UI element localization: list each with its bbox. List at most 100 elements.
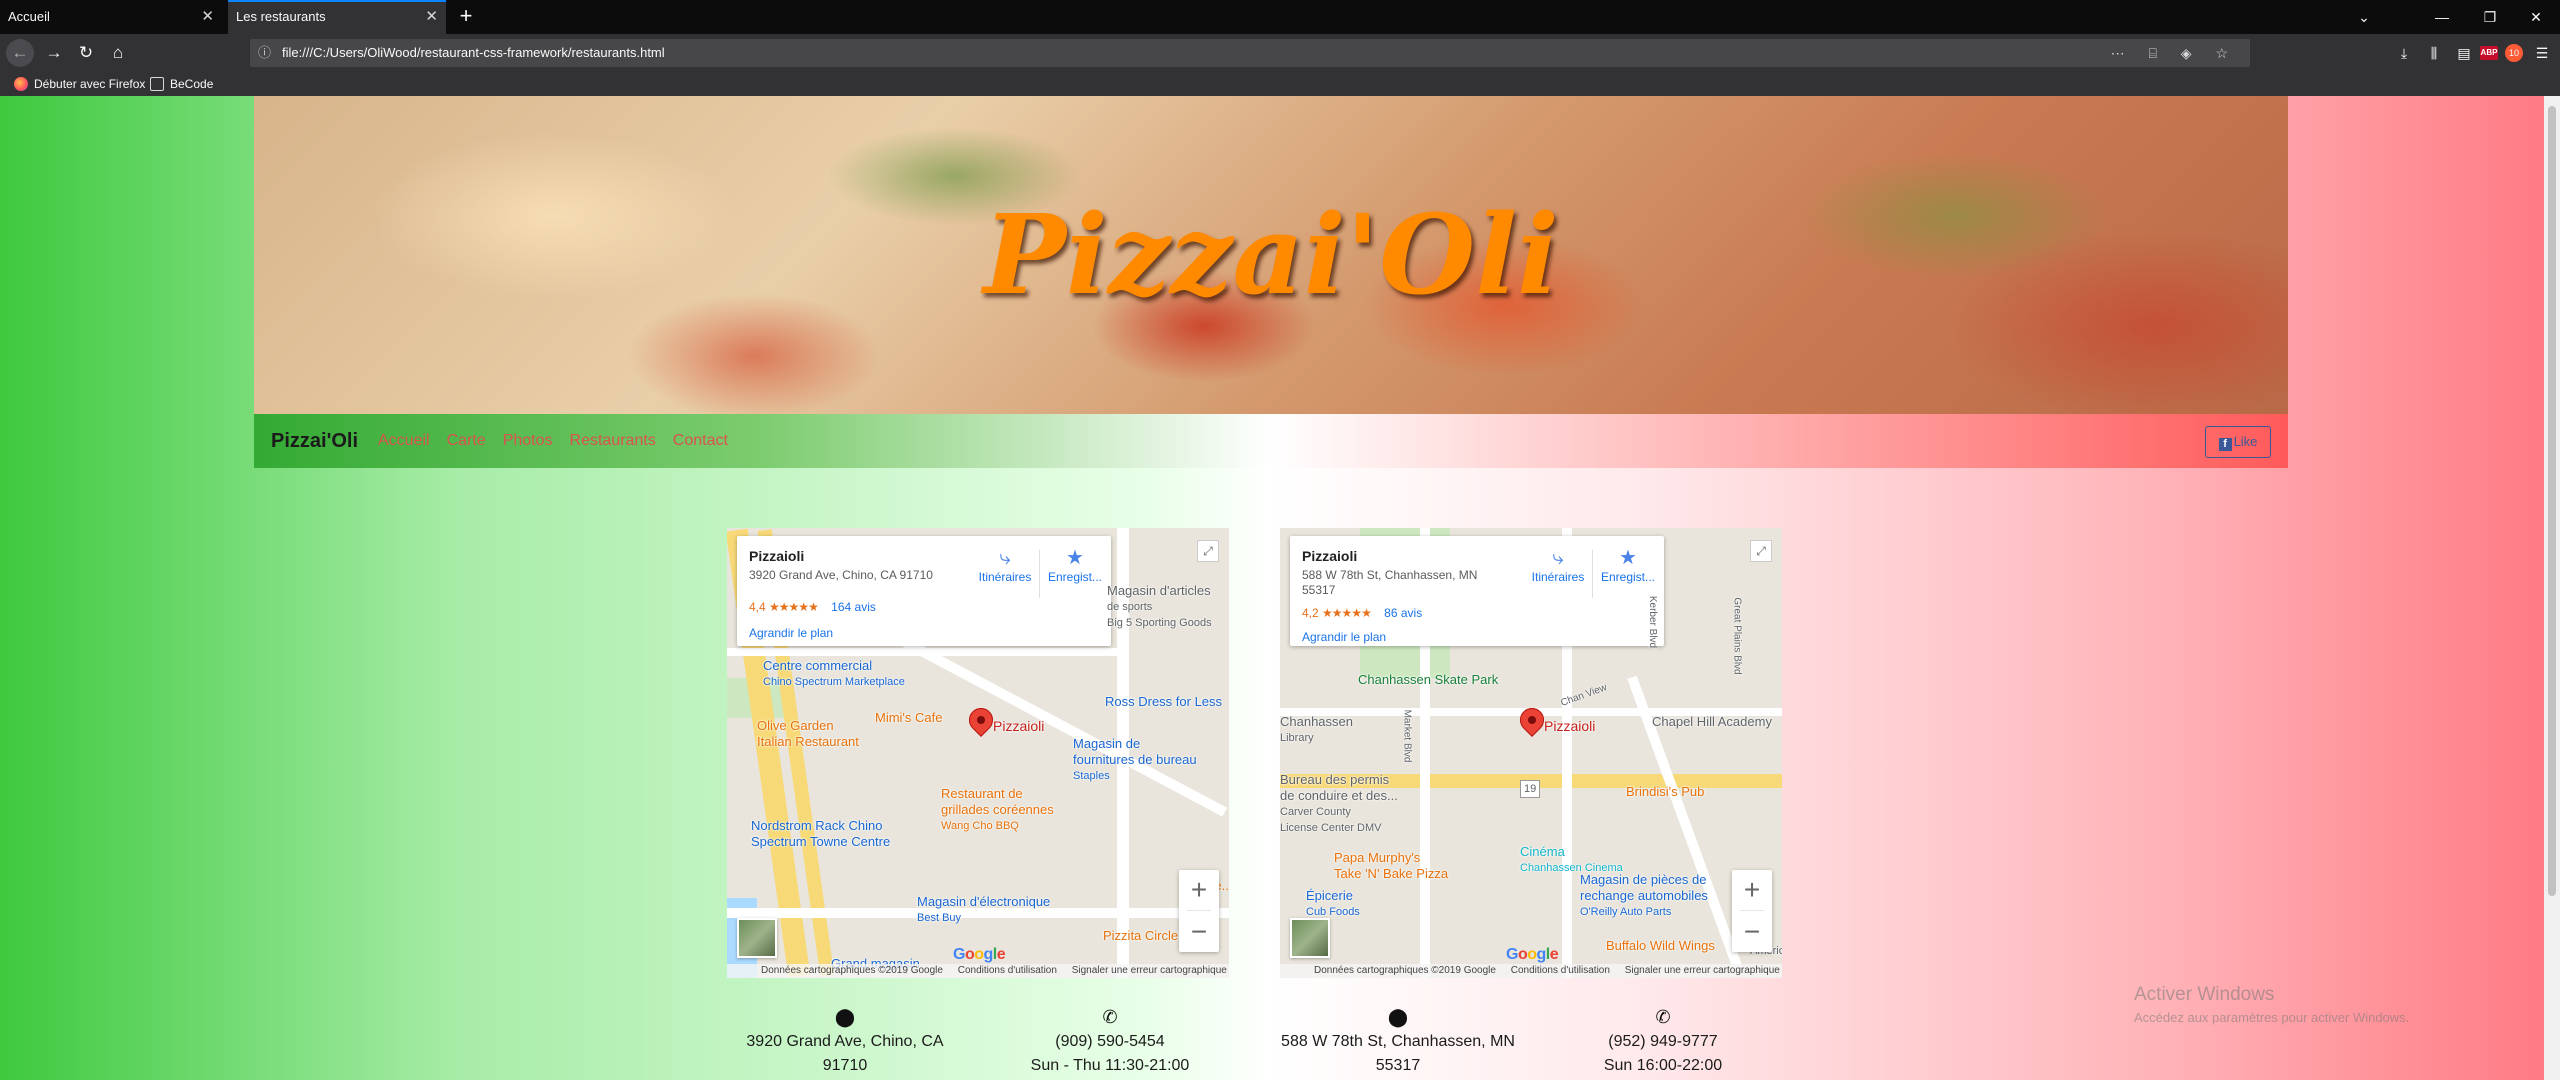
enlarge-map-link[interactable]: Agrandir le plan — [1302, 630, 1386, 644]
hero-banner: Pizzai'Oli — [254, 96, 2288, 414]
poi-olive-garden[interactable]: Olive Garden Italian Restaurant — [757, 718, 859, 750]
home-button[interactable]: ⌂ — [104, 39, 132, 67]
location-pin-icon[interactable] — [1515, 703, 1549, 742]
poi-staples[interactable]: Magasin de fournitures de bureau Staples — [1073, 736, 1197, 784]
zoom-controls: + − — [1179, 870, 1219, 952]
phone-icon: ✆ — [1102, 1007, 1118, 1027]
street-label: Great Plains Blvd — [1731, 597, 1743, 675]
directions-button[interactable]: ⤷ Itinéraires — [1526, 546, 1590, 584]
adblock-icon[interactable]: ABP — [2480, 46, 2498, 60]
tab-les-restaurants[interactable]: Les restaurants ✕ — [228, 0, 446, 34]
reviews-link[interactable]: 86 avis — [1384, 606, 1422, 620]
poi-ross[interactable]: Ross Dress for Less — [1105, 694, 1222, 710]
bookmark-becode[interactable]: BeCode — [150, 72, 213, 96]
site-navbar: Pizzai'Oli Accueil Carte Photos Restaura… — [254, 414, 2288, 468]
place-name: Pizzaioli — [1302, 548, 1358, 564]
map-chanhassen[interactable]: Pizzaioli 588 W 78th St, Chanhassen, MN … — [1280, 528, 1782, 978]
report-error-link[interactable]: Signaler une erreur cartographique — [1072, 965, 1227, 976]
zoom-in-button[interactable]: + — [1179, 870, 1219, 910]
poi-pizzita[interactable]: Pizzita Circle — [1103, 928, 1178, 944]
map-data-attribution: Données cartographiques ©2019 Google — [761, 965, 943, 976]
report-error-link[interactable]: Signaler une erreur cartographique — [1625, 965, 1780, 976]
forward-button[interactable]: → — [40, 39, 68, 67]
poi-brindisi[interactable]: Brindisi's Pub — [1626, 784, 1704, 800]
poi-mimis-cafe[interactable]: Mimi's Cafe — [875, 710, 943, 726]
poi-chapel-hill[interactable]: Chapel Hill Academy — [1652, 714, 1772, 730]
new-tab-button[interactable]: + — [452, 0, 480, 34]
save-button[interactable]: ★ Enregist... — [1043, 546, 1107, 584]
street-view-icon[interactable] — [1290, 918, 1330, 958]
rating-stars-icon: ★★★★★ — [1322, 606, 1372, 620]
nav-link-photos[interactable]: Photos — [503, 414, 553, 468]
poi-wang-cho[interactable]: Restaurant de grillades coréennes Wang Cho… — [941, 786, 1054, 834]
terms-link[interactable]: Conditions d'utilisation — [1511, 965, 1610, 976]
close-tab-icon[interactable]: ✕ — [201, 0, 214, 34]
minimize-icon[interactable]: — — [2418, 0, 2466, 34]
page-actions-icon[interactable]: ⋯ ⌸ ◈ ☆ — [2111, 39, 2238, 67]
bookmark-label: BeCode — [170, 77, 214, 91]
page-viewport: Pizzai'Oli Pizzai'Oli Accueil Carte Phot… — [0, 96, 2544, 1080]
menu-icon[interactable]: ☰ — [2528, 39, 2556, 67]
tab-accueil[interactable]: Accueil ✕ — [0, 0, 222, 34]
fullscreen-icon[interactable]: ⤢ — [1197, 540, 1219, 562]
map-info-card: Pizzaioli 588 W 78th St, Chanhassen, MN … — [1290, 536, 1664, 646]
zoom-out-button[interactable]: − — [1732, 912, 1772, 952]
address-text: 588 W 78th St, Chanhassen, MN 55317 — [1281, 1033, 1515, 1074]
map-chino[interactable]: Pizzaioli 3920 Grand Ave, Chino, CA 9171… — [727, 528, 1229, 978]
street-label: Kerber Blvd — [1647, 595, 1659, 649]
zoom-out-button[interactable]: − — [1179, 912, 1219, 952]
google-logo: Google — [1506, 946, 1559, 963]
url-text[interactable]: file:///C:/Users/OliWood/restaurant-css-… — [282, 39, 665, 67]
terms-link[interactable]: Conditions d'utilisation — [958, 965, 1057, 976]
poi-sporting-goods[interactable]: Magasin d'articles de sports Big 5 Sportin… — [1107, 583, 1212, 631]
nav-link-contact[interactable]: Contact — [673, 414, 728, 468]
library-icon[interactable]: ⫼ — [2420, 39, 2448, 67]
fullscreen-icon[interactable]: ⤢ — [1750, 540, 1772, 562]
directions-label: Itinéraires — [1531, 570, 1585, 584]
tab-list-icon[interactable]: ⌄ — [2340, 0, 2388, 34]
poi-buffalo[interactable]: Buffalo Wild Wings — [1606, 938, 1715, 954]
road-shield: 19 — [1520, 780, 1541, 798]
poi-dmv[interactable]: Bureau des permis de conduire et des... Ca… — [1280, 772, 1398, 836]
navbar-brand[interactable]: Pizzai'Oli — [271, 414, 358, 468]
directions-button[interactable]: ⤷ Itinéraires — [973, 546, 1037, 584]
poi-oreilly[interactable]: Magasin de pièces de rechange automobiles… — [1580, 872, 1708, 920]
close-tab-icon[interactable]: ✕ — [425, 0, 438, 34]
poi-nordstrom[interactable]: Nordstrom Rack Chino Spectrum Towne Centr… — [751, 818, 890, 850]
bookmark-debuter[interactable]: Débuter avec Firefox — [14, 72, 145, 96]
facebook-like-button[interactable]: f Like — [2205, 426, 2271, 458]
location-icon: ⬤ — [834, 1007, 856, 1027]
restore-icon[interactable]: ❐ — [2466, 0, 2514, 34]
nav-link-restaurants[interactable]: Restaurants — [570, 414, 656, 468]
reviews-link[interactable]: 164 avis — [831, 600, 876, 614]
directions-icon: ⤷ — [999, 547, 1011, 569]
phone-text: (952) 949-9777 — [1608, 1033, 1718, 1050]
poi-skate-park[interactable]: Chanhassen Skate Park — [1358, 672, 1498, 688]
google-logo: Google — [953, 946, 1006, 963]
enlarge-map-link[interactable]: Agrandir le plan — [749, 626, 833, 640]
back-button[interactable]: ← — [6, 39, 34, 67]
close-window-icon[interactable]: ✕ — [2512, 0, 2560, 34]
street-view-icon[interactable] — [737, 918, 777, 958]
site-info-icon[interactable]: ⓘ — [258, 39, 271, 67]
poi-best-buy[interactable]: Magasin d'électronique Best Buy — [917, 894, 1050, 926]
poi-papa-murphys[interactable]: Papa Murphy's Take 'N' Bake Pizza — [1334, 850, 1448, 882]
nav-link-accueil[interactable]: Accueil — [378, 414, 430, 468]
location-pin-icon[interactable] — [964, 703, 998, 742]
poi-epicerie[interactable]: Épicerie Cub Foods — [1306, 888, 1360, 920]
save-button[interactable]: ★ Enregist... — [1596, 546, 1660, 584]
zoom-in-button[interactable]: + — [1732, 870, 1772, 910]
downloads-icon[interactable]: ⤓ — [2390, 39, 2418, 67]
pin-label: Pizzaioli — [993, 718, 1045, 734]
reload-button[interactable]: ↻ — [72, 39, 100, 67]
sidebar-icon[interactable]: ▤ — [2450, 39, 2478, 67]
divider — [1187, 910, 1211, 911]
poi-centre-commercial[interactable]: Centre commercial Chino Spectrum Marketpl… — [763, 658, 905, 690]
addon-badge-icon[interactable]: 10 — [2505, 44, 2523, 62]
scrollbar-thumb[interactable] — [2548, 106, 2556, 896]
nav-link-carte[interactable]: Carte — [447, 414, 486, 468]
address-bar[interactable]: ⓘ file:///C:/Users/OliWood/restaurant-cs… — [250, 39, 2250, 67]
page-scrollbar[interactable] — [2544, 96, 2560, 1080]
poi-library[interactable]: Chanhassen Library — [1280, 714, 1353, 746]
rating-value: 4,2 — [1302, 606, 1319, 620]
